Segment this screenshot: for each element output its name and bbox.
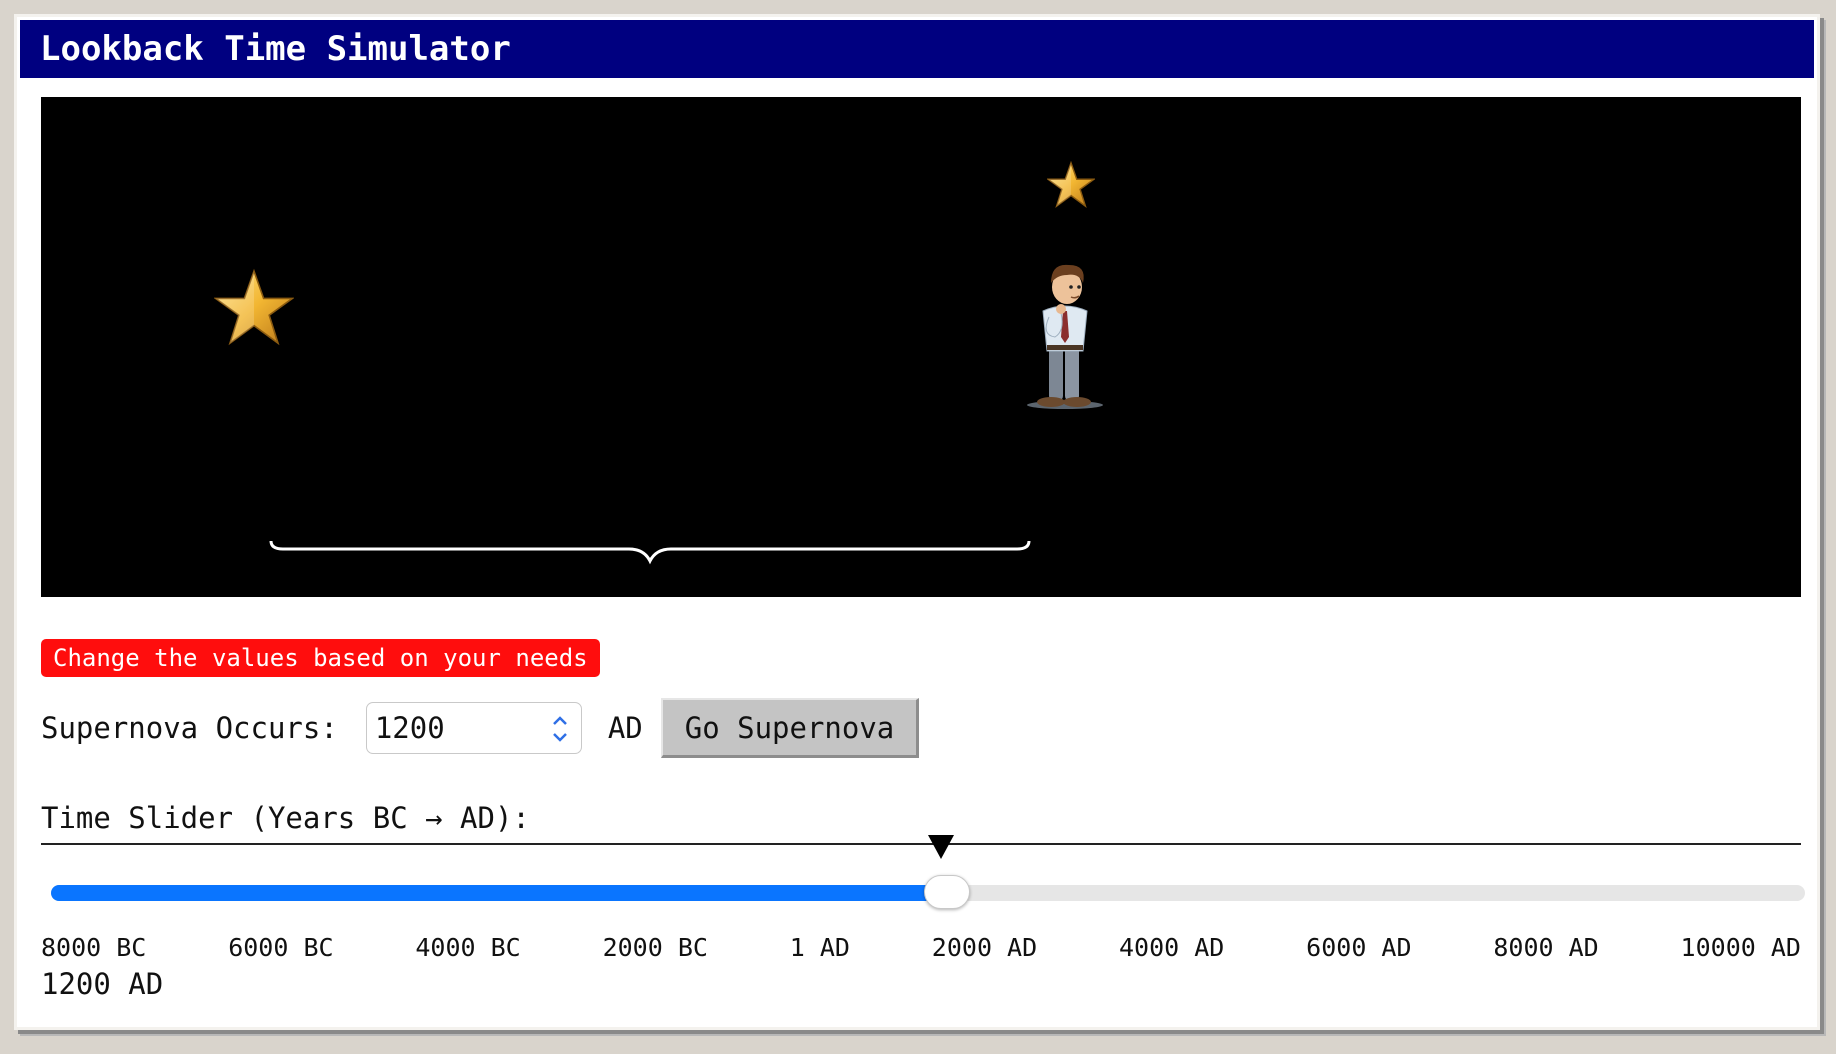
time-slider-ticks: 8000 BC 6000 BC 4000 BC 2000 BC 1 AD 2000 AD 4… <box>41 933 1801 962</box>
sky-canvas <box>41 97 1801 597</box>
instruction-badge: Change the values based on your needs <box>41 639 600 677</box>
slider-tick-label: 8000 BC <box>41 933 147 962</box>
nearby-star-icon <box>1047 161 1095 208</box>
distance-brace-icon <box>269 540 1031 565</box>
slider-tick-label: 6000 AD <box>1306 933 1412 962</box>
supernova-label: Supernova Occurs: <box>41 711 338 745</box>
current-year-readout: 1200 AD <box>41 967 164 1001</box>
slider-tick-label: 8000 AD <box>1493 933 1599 962</box>
supernova-unit: AD <box>607 711 643 745</box>
go-supernova-button[interactable]: Go Supernova <box>660 698 920 758</box>
time-slider-label: Time Slider (Years BC → AD): <box>41 801 530 835</box>
spinner-arrows-icon[interactable] <box>549 711 571 747</box>
supernova-year-input-box[interactable] <box>365 702 582 754</box>
timeline-axis <box>41 843 1801 845</box>
time-slider-fill <box>51 885 948 901</box>
slider-tick-label: 10000 AD <box>1680 933 1801 962</box>
slider-tick-label: 4000 BC <box>415 933 521 962</box>
supernova-marker-icon <box>927 835 954 859</box>
slider-tick-label: 2000 AD <box>931 933 1038 962</box>
slider-tick-label: 1 AD <box>789 933 850 962</box>
simulator-window: Lookback Time Simulator Change the value… <box>14 14 1820 1030</box>
slider-tick-label: 2000 BC <box>602 933 708 962</box>
slider-tick-label: 4000 AD <box>1118 933 1225 962</box>
supernova-row: Supernova Occurs: AD Go Supernova <box>41 698 920 758</box>
slider-tick-label: 6000 BC <box>228 933 334 962</box>
window-title: Lookback Time Simulator <box>20 20 1814 78</box>
supernova-year-input[interactable] <box>374 709 535 747</box>
thinking-man-icon <box>1027 264 1103 409</box>
distant-star-icon <box>214 268 294 346</box>
time-slider-thumb[interactable] <box>924 875 971 909</box>
